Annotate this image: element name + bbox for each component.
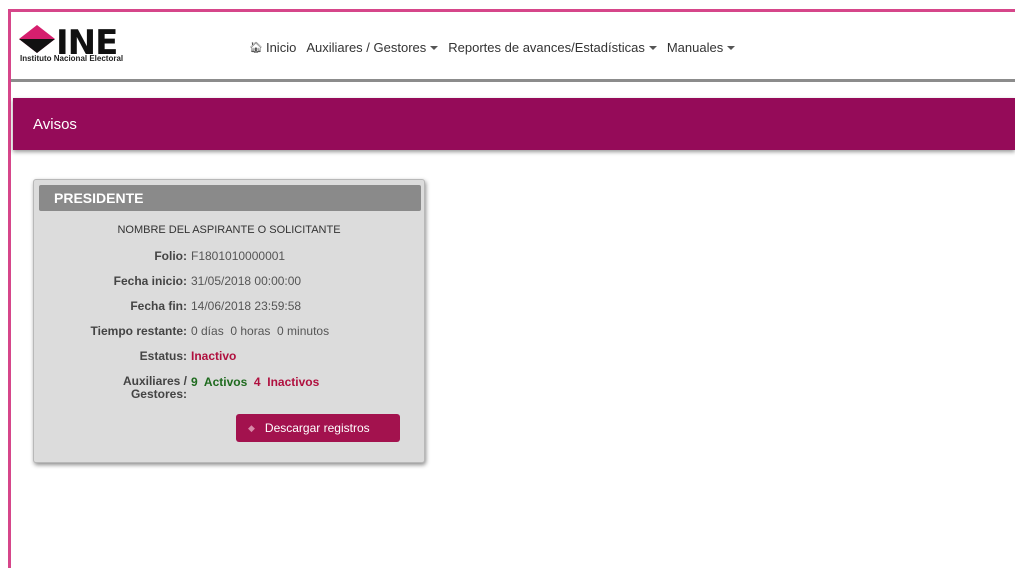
nav-auxiliares-label: Auxiliares / Gestores xyxy=(306,40,427,55)
tiempo-restante-label: Tiempo restante: xyxy=(90,324,187,338)
tiempo-restante-value: 0 días 0 horas 0 minutos xyxy=(191,324,330,338)
inactivos-count: 4 Inactivos xyxy=(253,375,320,389)
card-header: PRESIDENTE xyxy=(39,185,421,211)
nav-auxiliares-gestores[interactable]: Auxiliares / Gestores xyxy=(306,40,439,55)
auxiliares-counts: 9 Activos 4 Inactivos xyxy=(191,375,319,389)
avisos-banner: Avisos xyxy=(13,98,1015,150)
nav-inicio[interactable]: 🏠︎ Inicio xyxy=(249,40,296,55)
home-icon: 🏠︎ xyxy=(249,42,263,54)
activos-count: 9 Activos xyxy=(191,375,248,389)
fecha-fin-value: 14/06/2018 23:59:58 xyxy=(191,299,302,313)
frame-left-border xyxy=(8,9,11,568)
estatus-label: Estatus: xyxy=(139,349,187,363)
nav-reportes[interactable]: Reportes de avances/Estadísticas xyxy=(448,40,657,55)
page-title: Avisos xyxy=(33,116,77,133)
nav-manuales-label: Manuales xyxy=(666,40,724,55)
diamond-icon xyxy=(19,25,55,53)
folio-value: F1801010000001 xyxy=(191,249,286,263)
auxiliares-label-line1: Auxiliares / xyxy=(122,374,187,388)
folio-label: Folio: xyxy=(154,249,187,263)
caret-down-icon xyxy=(727,45,736,50)
estatus-value: Inactivo xyxy=(191,349,237,363)
descargar-registros-label: Descargar registros xyxy=(264,421,370,435)
ine-logo[interactable]: INE Instituto Nacional Electoral xyxy=(19,25,149,65)
download-icon: ◆ xyxy=(248,422,255,433)
fecha-inicio-value: 31/05/2018 00:00:00 xyxy=(191,274,302,288)
auxiliares-label: Auxiliares / Gestores: xyxy=(123,375,187,401)
caret-down-icon xyxy=(648,45,657,50)
aviso-card: PRESIDENTE NOMBRE DEL ASPIRANTE O SOLICI… xyxy=(33,179,425,463)
fecha-inicio-label: Fecha inicio: xyxy=(113,274,187,288)
main-menu: 🏠︎ Inicio Auxiliares / Gestores Reportes… xyxy=(249,40,745,55)
descargar-registros-button[interactable]: ◆ Descargar registros xyxy=(236,414,400,442)
caret-down-icon xyxy=(430,45,439,50)
fecha-fin-label: Fecha fin: xyxy=(130,299,187,313)
aspirante-name: NOMBRE DEL ASPIRANTE O SOLICITANTE xyxy=(117,224,341,236)
card-title: PRESIDENTE xyxy=(54,190,144,206)
nav-inicio-label: Inicio xyxy=(265,40,297,55)
nav-reportes-label: Reportes de avances/Estadísticas xyxy=(448,40,645,55)
nav-manuales[interactable]: Manuales xyxy=(666,40,736,55)
top-navbar: INE Instituto Nacional Electoral 🏠︎ Inic… xyxy=(11,12,1015,82)
logo-subtitle: Instituto Nacional Electoral xyxy=(20,54,124,63)
auxiliares-label-line2: Gestores: xyxy=(130,387,187,401)
